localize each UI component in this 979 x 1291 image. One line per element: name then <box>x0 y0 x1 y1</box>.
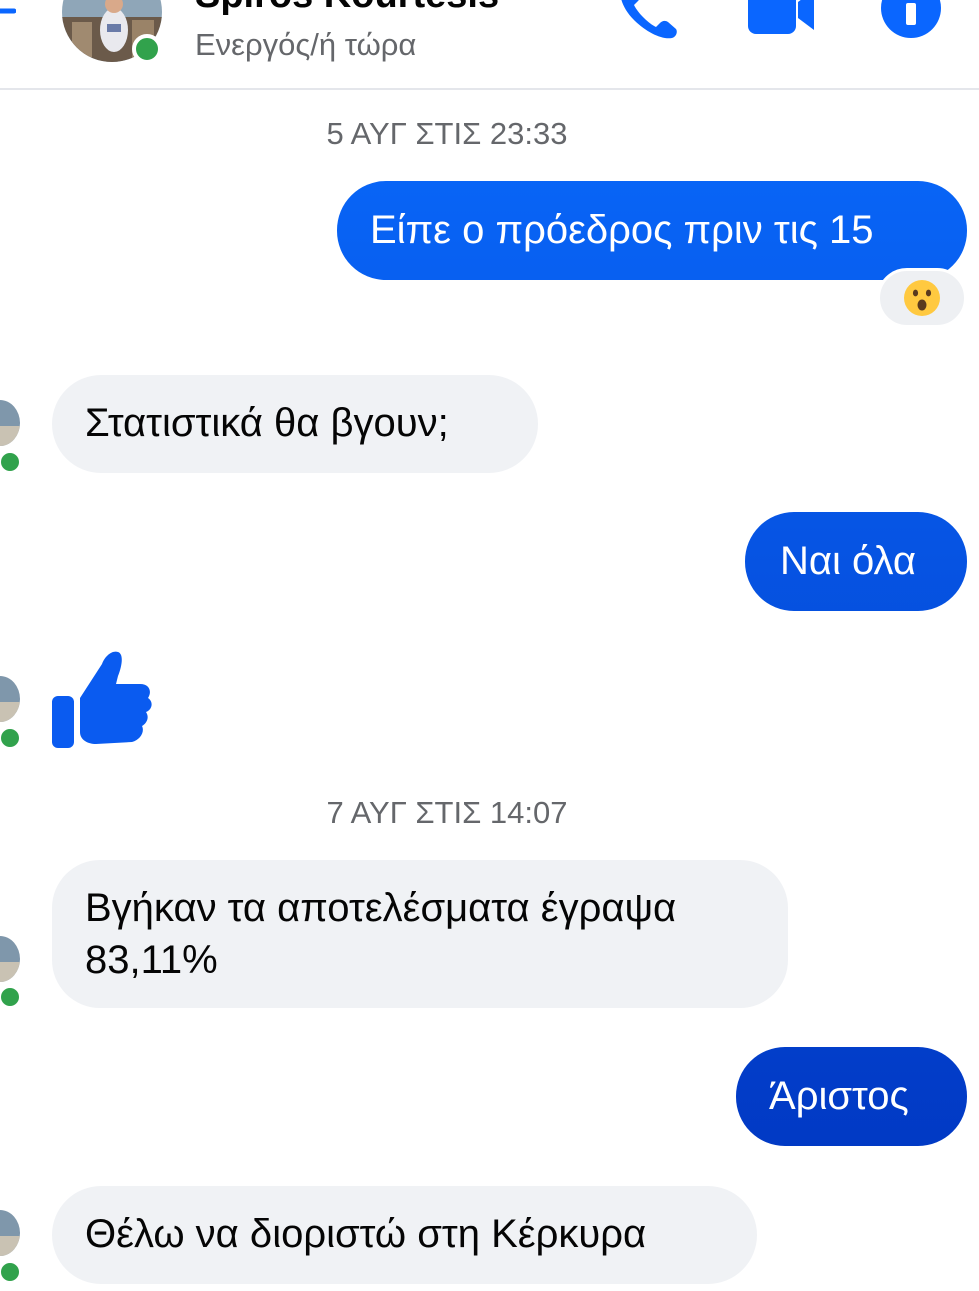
outgoing-message[interactable]: Ναι όλα <box>780 535 916 587</box>
timestamp-divider: 7 ΑΥΓ ΣΤΙΣ 14:07 <box>326 795 568 830</box>
message-text: Θέλω να διοριστώ στη Κέρκυρα <box>85 1212 647 1256</box>
message-text: Στατιστικά θα βγουν; <box>85 401 449 445</box>
chat-screen: Spiros Kourtesis Ενεργός/ή τώρα 5 ΑΥΓ ΣΤ… <box>0 0 979 1291</box>
message-text-line: 83,11% <box>85 938 218 982</box>
reaction-badge[interactable] <box>877 268 967 328</box>
thumbs-up-icon[interactable] <box>50 648 154 752</box>
message-text-line: Βγήκαν τα αποτελέσματα έγραψα <box>85 886 677 930</box>
incoming-message[interactable]: Βγήκαν τα αποτελέσματα έγραψα 83,11% <box>52 860 788 1008</box>
incoming-message[interactable]: Θέλω να διοριστώ στη Κέρκυρα <box>52 1186 757 1284</box>
outgoing-message[interactable]: Άριστος <box>769 1070 909 1122</box>
incoming-message[interactable]: Στατιστικά θα βγουν; <box>52 375 538 473</box>
outgoing-message[interactable]: Είπε ο πρόεδρος πριν τις 15 <box>370 204 873 256</box>
surprised-face-icon <box>904 280 940 316</box>
